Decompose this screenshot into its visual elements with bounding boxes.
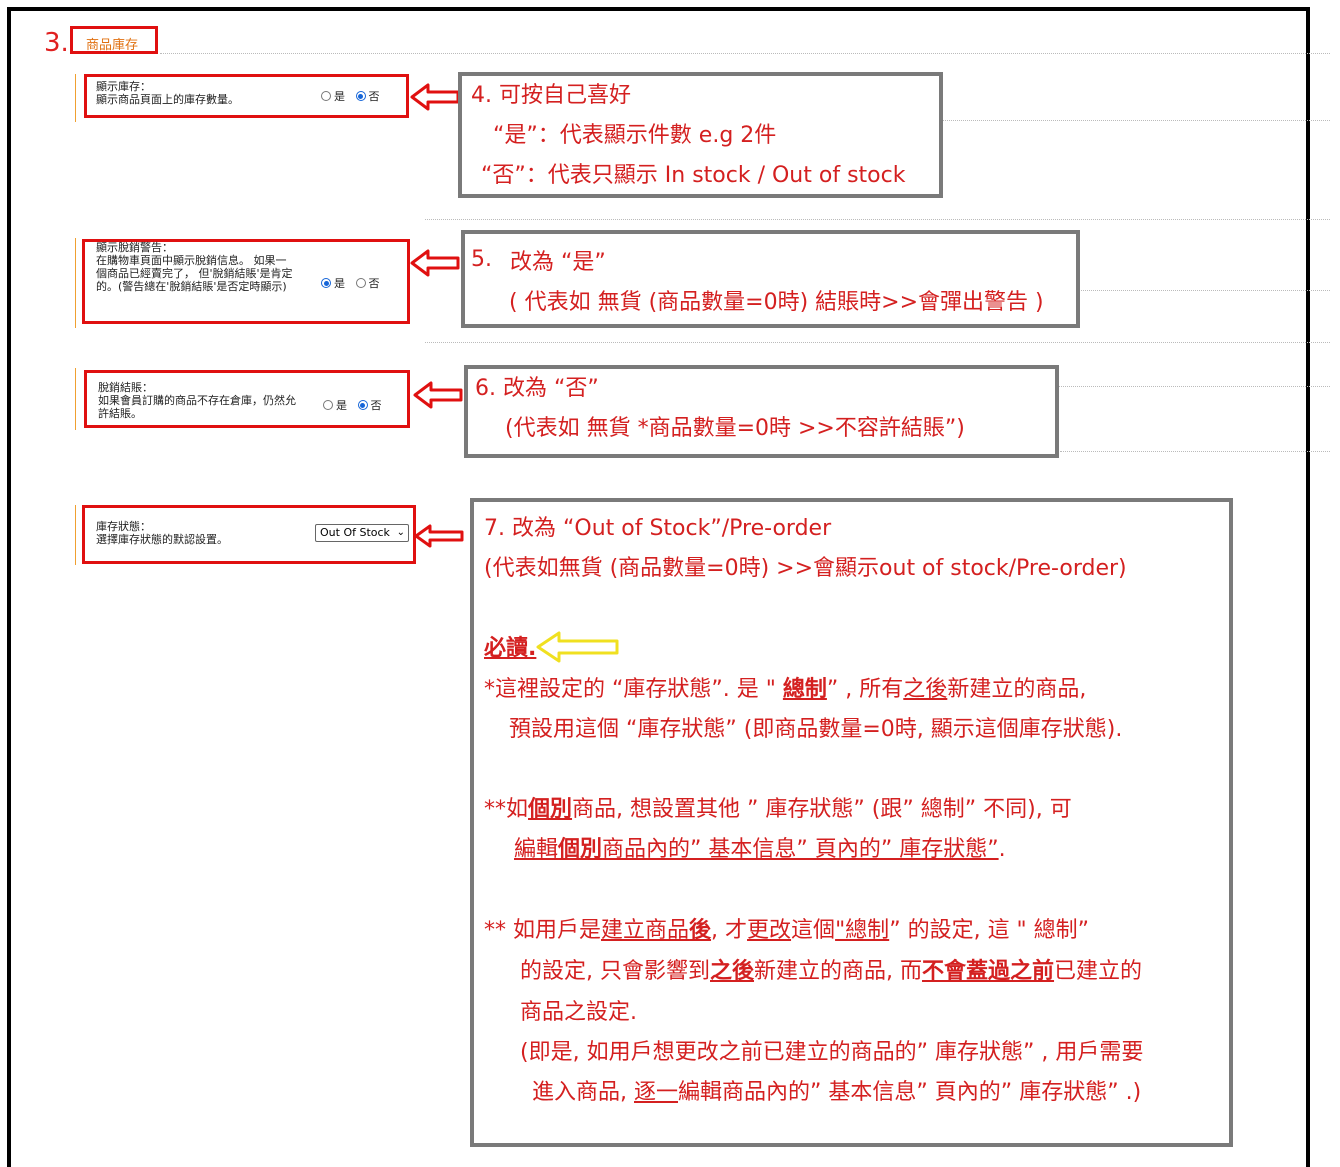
text-emphasis: 個別 [528, 797, 573, 822]
text: . [998, 837, 1006, 862]
setting-stock-warning: 顯示脫銷警告： 在購物車頁面中顯示脫銷信息。 如果一個商品已經賣完了， 但'脫銷… [96, 241, 296, 293]
note5-number: 5. [471, 247, 492, 272]
divider [1075, 290, 1330, 291]
divider [1055, 386, 1330, 387]
setting-label: 顯示庫存： [96, 80, 151, 93]
text: 新建立的商品, [947, 677, 1087, 702]
setting-display-stock: 顯示庫存： 顯示商品頁面上的庫存數量。 [96, 80, 306, 106]
row-accent [75, 74, 76, 122]
stock-status-select[interactable]: Out Of Stock ⌄ [315, 524, 409, 542]
text: ” 的設定, 這 " 總制” [889, 918, 1090, 943]
setting-description: 顯示商品頁面上的庫存數量。 [96, 93, 239, 106]
note7-para1: *這裡設定的 “庫存狀態”. 是 " 總制” , 所有之後新建立的商品, [484, 670, 1086, 710]
note7-para6: 的設定, 只會影響到之後新建立的商品, 而不會蓋過之前已建立的 [520, 952, 1142, 992]
text-emphasis: 後 [689, 918, 712, 943]
text-emphasis: 之後 [903, 677, 948, 702]
setting-description: 在購物車頁面中顯示脫銷信息。 如果一個商品已經賣完了， 但'脫銷結賬'是肯定的。… [96, 254, 293, 293]
text: 這個 [791, 918, 836, 943]
step-number: 3. [44, 28, 69, 58]
section-title: 商品庫存 [86, 38, 139, 53]
divider [160, 53, 1330, 54]
text-emphasis: 編輯 [514, 837, 559, 862]
text: ** 如用戶是 [484, 918, 601, 943]
chevron-down-icon: ⌄ [396, 527, 405, 538]
setting-stock-status: 庫存狀態： 選擇庫存狀態的默認設置。 [96, 520, 306, 546]
must-read-label: 必讀. [484, 636, 537, 661]
note4-line2: “是”：代表顯示件數 e.g 2件 [493, 123, 777, 148]
divider [1060, 451, 1330, 452]
radio-no[interactable] [357, 400, 368, 410]
text-emphasis: 個別 [558, 837, 603, 862]
note7-para7: 商品之設定. [520, 1000, 637, 1025]
radio-yes-label: 是 [334, 90, 345, 103]
radio-no-label: 否 [370, 399, 382, 412]
radio-yes[interactable] [321, 278, 331, 288]
note4-line1: 4. 可按自己喜好 [471, 83, 631, 108]
note7-line2: (代表如無貨 (商品數量=0時) >>會顯示out of stock/Pre-o… [484, 556, 1127, 581]
setting-description: 如果會員訂購的商品不存在倉庫，仍然允許結賬。 [98, 394, 296, 420]
red-arrow-icon [410, 249, 460, 277]
text: 編輯商品內的” 基本信息” 頁內的” 庫存狀態” .) [678, 1080, 1142, 1105]
text: 的設定, 只會影響到 [520, 959, 710, 984]
setting-label: 脫銷結賬： [98, 381, 153, 394]
text-emphasis: 不會蓋過之前 [922, 959, 1055, 984]
radio-no-label: 否 [368, 277, 380, 290]
text-emphasis: "總制 [835, 918, 890, 943]
note5-line2: ( 代表如 無貨 (商品數量=0時) 結賬時>>會彈出警告 ) [509, 290, 1044, 315]
divider [425, 342, 1330, 343]
text: *這裡設定的 “庫存狀態”. 是 " [484, 677, 783, 702]
setting-label: 庫存狀態： [96, 520, 151, 533]
stock-status-value: Out Of Stock [320, 526, 390, 539]
text: 已建立的 [1054, 959, 1143, 984]
row-accent [75, 238, 76, 328]
text-emphasis: 商品內的” 基本信息” 頁內的” 庫存狀態” [602, 837, 999, 862]
note7-para9: 進入商品, 逐一編輯商品內的” 基本信息” 頁內的” 庫存狀態” .) [532, 1073, 1141, 1113]
note5-line1: 改為 “是” [510, 250, 606, 275]
radio-no[interactable] [355, 278, 366, 288]
red-arrow-icon [414, 524, 464, 548]
note7-para2: 預設用這個 “庫存狀態” (即商品數量=0時, 顯示這個庫存狀態). [509, 717, 1123, 742]
note4-line3: “否”：代表只顯示 In stock / Out of stock [481, 163, 906, 188]
text: 新建立的商品, 而 [754, 959, 923, 984]
setting-label: 顯示脫銷警告： [96, 241, 173, 254]
setting-stock-checkout: 脫銷結賬： 如果會員訂購的商品不存在倉庫，仍然允許結賬。 [98, 381, 298, 423]
stock-checkout-radio-group: 是 否 [323, 397, 389, 413]
radio-no-label: 否 [368, 90, 380, 103]
note7-para8: (即是, 如用戶想更改之前已建立的商品的” 庫存狀態” , 用戶需要 [520, 1040, 1144, 1065]
note7-para3: **如個別商品, 想設置其他 ” 庫存狀態” (跟” 總制” 不同), 可 [484, 790, 1072, 830]
divider [940, 120, 1330, 121]
row-accent [75, 505, 76, 565]
display-stock-radio-group: 是 否 [321, 88, 387, 104]
text-emphasis: 更改 [747, 918, 792, 943]
row-accent [75, 368, 76, 430]
radio-yes-label: 是 [334, 277, 345, 290]
yellow-arrow-icon [536, 631, 619, 663]
text: , 才 [711, 918, 748, 943]
divider [425, 219, 1330, 220]
text: **如 [484, 797, 529, 822]
red-arrow-icon [410, 83, 460, 111]
radio-no[interactable] [355, 91, 366, 101]
radio-yes[interactable] [321, 91, 331, 101]
note7-para5: ** 如用戶是建立商品後, 才更改這個"總制” 的設定, 這 " 總制” [484, 911, 1089, 951]
text-emphasis: 總制 [782, 677, 827, 702]
text: 進入商品, [532, 1080, 634, 1105]
setting-description: 選擇庫存狀態的默認設置。 [96, 533, 228, 546]
text-emphasis: 逐一 [634, 1080, 679, 1105]
note6-line2: (代表如 無貨 *商品數量=0時 >>不容許結賬”) [505, 416, 965, 441]
text-emphasis: 建立商品 [601, 918, 690, 943]
note7-para4: 編輯個別商品內的” 基本信息” 頁內的” 庫存狀態”. [514, 830, 1006, 870]
stock-warning-radio-group: 是 否 [321, 275, 387, 291]
note7-line1: 7. 改為 “Out of Stock”/Pre-order [484, 516, 832, 541]
text-emphasis: 之後 [710, 959, 755, 984]
radio-yes[interactable] [323, 400, 333, 410]
red-arrow-icon [413, 381, 463, 409]
note6-line1: 6. 改為 “否” [475, 376, 599, 401]
radio-yes-label: 是 [336, 399, 347, 412]
text: 商品, 想設置其他 ” 庫存狀態” (跟” 總制” 不同), 可 [572, 797, 1072, 822]
text: ” , 所有 [826, 677, 904, 702]
